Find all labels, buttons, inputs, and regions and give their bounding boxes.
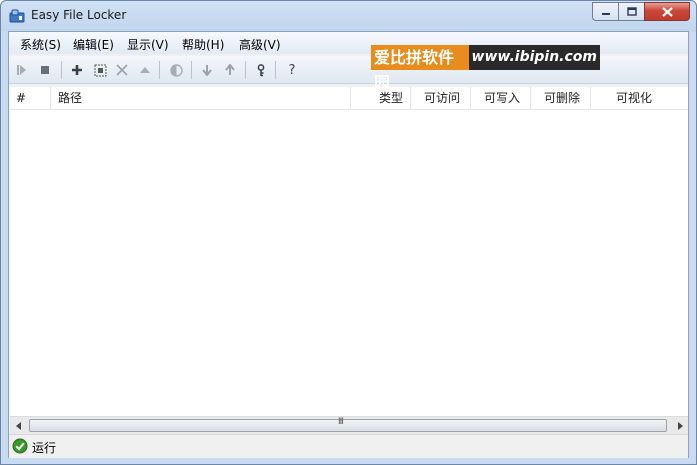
add-button[interactable]	[69, 62, 85, 78]
expand-button[interactable]	[92, 62, 108, 78]
move-down-icon	[202, 65, 212, 76]
col-accessible[interactable]: 可访问	[411, 87, 471, 109]
maximize-icon	[626, 7, 637, 16]
watermark-banner: 爱比拼软件园 www.ibipin.com	[371, 45, 600, 92]
up-triangle-icon	[140, 67, 150, 73]
left-arrow-icon	[16, 421, 21, 430]
close-icon	[661, 6, 673, 17]
key-icon	[257, 63, 265, 76]
stop-icon	[41, 66, 49, 74]
status-text: 运行	[32, 441, 57, 455]
menu-system[interactable]: 系统(S)	[20, 36, 61, 53]
col-visible[interactable]: 可视化	[591, 87, 672, 109]
minimize-button[interactable]	[592, 2, 619, 21]
toolbar-separator	[61, 61, 62, 79]
toolbar-separator	[245, 61, 246, 79]
toolbar-separator	[275, 61, 276, 79]
expand-icon	[94, 64, 106, 76]
app-icon	[9, 9, 25, 23]
add-icon	[72, 65, 82, 75]
stop-button[interactable]	[37, 62, 53, 78]
minimize-icon	[601, 12, 610, 15]
remove-icon	[116, 64, 128, 76]
toolbar-separator	[159, 61, 160, 79]
col-path[interactable]: 路径	[51, 87, 351, 109]
toggle-icon	[169, 63, 183, 77]
right-arrow-icon	[678, 421, 683, 430]
toolbar-separator	[191, 61, 192, 79]
status-bar: 运行	[9, 434, 688, 458]
scroll-right-button[interactable]	[674, 420, 686, 431]
watermark-en: www.ibipin.com	[468, 45, 600, 70]
col-number[interactable]: #	[10, 87, 51, 109]
scrollbar-thumb[interactable]: III	[29, 417, 667, 432]
file-list[interactable]: # 路径 类型 可访问 可写入 可删除 可视化	[10, 87, 688, 432]
col-deletable[interactable]: 可删除	[531, 87, 591, 109]
menu-edit[interactable]: 编辑(E)	[73, 36, 114, 53]
move-up-button[interactable]	[222, 62, 238, 78]
list-header: # 路径 类型 可访问 可写入 可删除 可视化	[10, 87, 688, 110]
help-button[interactable]: ?	[284, 62, 300, 78]
app-window: Easy File Locker 系统(S) 编辑(E) 显示(V) 帮助(H)…	[0, 0, 697, 465]
caption-buttons	[592, 2, 690, 22]
password-button[interactable]	[253, 62, 269, 78]
watermark-cn: 爱比拼软件园	[371, 45, 469, 92]
maximize-button[interactable]	[618, 2, 645, 21]
menu-help[interactable]: 帮助(H)	[182, 36, 224, 53]
move-up-icon	[225, 64, 235, 75]
help-icon: ?	[288, 62, 296, 78]
play-icon	[17, 65, 26, 75]
up-button[interactable]	[137, 62, 153, 78]
title-bar[interactable]: Easy File Locker	[1, 1, 696, 31]
close-button[interactable]	[644, 2, 690, 21]
remove-button[interactable]	[114, 62, 130, 78]
running-check-icon	[12, 438, 28, 454]
scroll-left-button[interactable]	[13, 420, 25, 431]
move-down-button[interactable]	[199, 62, 215, 78]
menu-advanced[interactable]: 高级(V)	[239, 36, 281, 53]
toggle-button[interactable]	[168, 62, 184, 78]
horizontal-scrollbar[interactable]: III	[10, 416, 688, 434]
start-button[interactable]	[13, 62, 29, 78]
menu-view[interactable]: 显示(V)	[127, 36, 169, 53]
col-writable[interactable]: 可写入	[471, 87, 531, 109]
scrollbar-grip: III	[338, 417, 344, 427]
client-area: 系统(S) 编辑(E) 显示(V) 帮助(H) 高级(V) ? # 路径 类型 …	[8, 31, 689, 458]
window-title: Easy File Locker	[31, 8, 127, 22]
